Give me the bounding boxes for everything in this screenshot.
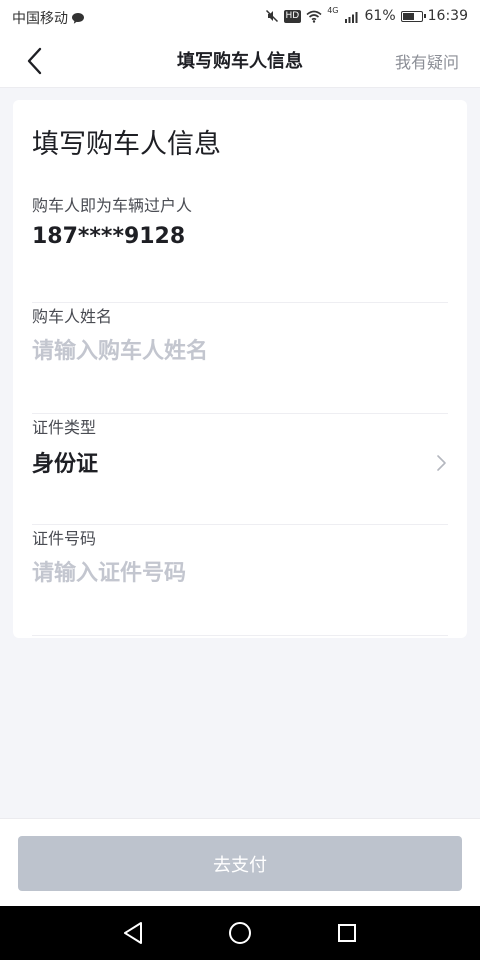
carrier-name: 中国移动 [12, 11, 68, 27]
status-carrier: 中国移动 [12, 8, 85, 28]
message-bubble-icon [72, 12, 84, 24]
battery-percent: 61% [364, 8, 396, 24]
form-title: 填写购车人信息 [32, 129, 221, 160]
buyer-info-card: 填写购车人信息 购车人即为车辆过户人 187****9128 购车人姓名 证件类… [13, 100, 467, 638]
phone-label: 购车人即为车辆过户人 [32, 196, 193, 215]
id-type-selector[interactable]: 证件类型 身份证 [32, 414, 448, 525]
system-home-button[interactable] [227, 920, 253, 946]
wifi-icon [306, 10, 322, 23]
square-recent-icon [338, 924, 356, 942]
circle-home-icon [229, 922, 251, 944]
clock: 16:39 [427, 8, 468, 24]
bottom-action-bar: 去支付 [0, 818, 480, 906]
id-type-label: 证件类型 [32, 418, 97, 437]
help-link[interactable]: 我有疑问 [395, 49, 459, 73]
system-nav-bar [0, 906, 480, 960]
hd-badge: HD [283, 9, 302, 23]
system-back-button[interactable] [120, 920, 146, 946]
buyer-name-label: 购车人姓名 [32, 307, 113, 326]
id-number-input[interactable] [32, 555, 422, 591]
status-bar: 中国移动 HD 4G 61% 16:39 [0, 0, 480, 34]
battery-level [402, 12, 414, 20]
id-number-label: 证件号码 [32, 529, 97, 548]
battery-icon [400, 10, 426, 22]
chevron-right-icon [437, 455, 446, 471]
phone-field: 购车人即为车辆过户人 187****9128 [32, 192, 448, 303]
status-right: HD 4G 61% 16:39 [265, 6, 468, 24]
mute-icon [265, 9, 278, 23]
buyer-name-input[interactable] [32, 333, 422, 369]
nav-bar: 填写购车人信息 我有疑问 [0, 34, 480, 88]
signal-icon [344, 11, 358, 23]
network-type: 4G [327, 6, 339, 15]
phone-value: 187****9128 [32, 224, 186, 249]
pay-button[interactable]: 去支付 [18, 836, 462, 891]
triangle-back-icon [124, 922, 142, 944]
id-number-field: 证件号码 [32, 525, 448, 636]
buyer-name-field: 购车人姓名 [32, 303, 448, 414]
id-type-value: 身份证 [32, 452, 99, 477]
system-recent-button[interactable] [334, 920, 360, 946]
